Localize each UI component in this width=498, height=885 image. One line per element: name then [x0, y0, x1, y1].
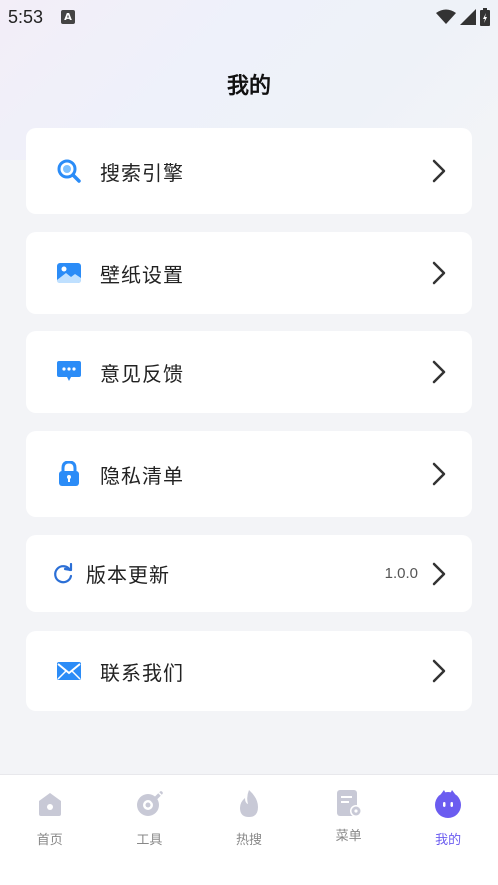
signal-icon: [460, 9, 476, 25]
chevron-right-icon: [432, 462, 446, 486]
tab-label: 我的: [435, 833, 462, 848]
chevron-right-icon: [432, 360, 446, 384]
tab-label: 热搜: [235, 833, 262, 848]
menu-item-version-update[interactable]: 版本更新 1.0.0: [26, 535, 472, 612]
menu-item-contact-us[interactable]: 联系我们: [26, 631, 472, 711]
tab-home[interactable]: 首页: [0, 775, 100, 885]
tab-label: 菜单: [335, 829, 362, 844]
chat-icon: [56, 359, 82, 385]
menu-item-label: 搜索引擎: [100, 160, 184, 185]
tab-label: 工具: [136, 833, 163, 848]
menu-item-wallpaper[interactable]: 壁纸设置: [26, 232, 472, 314]
menu-item-label: 意见反馈: [100, 361, 184, 386]
tab-trending[interactable]: 热搜: [199, 775, 299, 885]
chevron-right-icon: [432, 659, 446, 683]
chevron-right-icon: [432, 562, 446, 585]
menu-item-label: 壁纸设置: [100, 262, 184, 287]
tools-icon: [134, 789, 164, 819]
tab-label: 首页: [36, 833, 63, 848]
page-title: 我的: [226, 74, 271, 99]
menu-item-privacy-list[interactable]: 隐私清单: [26, 431, 472, 517]
bottom-tab-bar: 首页 工具 热搜 菜单 我的: [0, 774, 498, 885]
wifi-icon: [436, 9, 456, 24]
search-icon: [56, 158, 82, 184]
home-icon: [35, 789, 65, 819]
menu-item-label: 版本更新: [86, 563, 170, 587]
flame-icon: [234, 789, 264, 819]
battery-icon: [480, 8, 490, 26]
menu-doc-icon: [334, 789, 364, 819]
profile-icon: [433, 789, 463, 819]
mail-icon: [56, 658, 82, 684]
notification-icon: A: [61, 10, 76, 24]
status-time: 5:53: [8, 6, 44, 27]
menu-item-label: 隐私清单: [100, 463, 184, 488]
tab-menu[interactable]: 菜单: [299, 775, 399, 885]
lock-icon: [56, 461, 82, 487]
image-icon: [56, 260, 82, 286]
menu-item-search-engine[interactable]: 搜索引擎: [26, 128, 472, 214]
menu-item-label: 联系我们: [100, 660, 184, 685]
chevron-right-icon: [432, 261, 446, 285]
version-value: 1.0.0: [384, 565, 418, 582]
chevron-right-icon: [432, 159, 446, 183]
refresh-icon: [50, 561, 76, 587]
status-icons: [436, 8, 490, 26]
tab-tools[interactable]: 工具: [100, 775, 200, 885]
tab-profile[interactable]: 我的: [398, 775, 498, 885]
menu-item-feedback[interactable]: 意见反馈: [26, 331, 472, 413]
status-bar: 5:53 A: [0, 0, 498, 34]
